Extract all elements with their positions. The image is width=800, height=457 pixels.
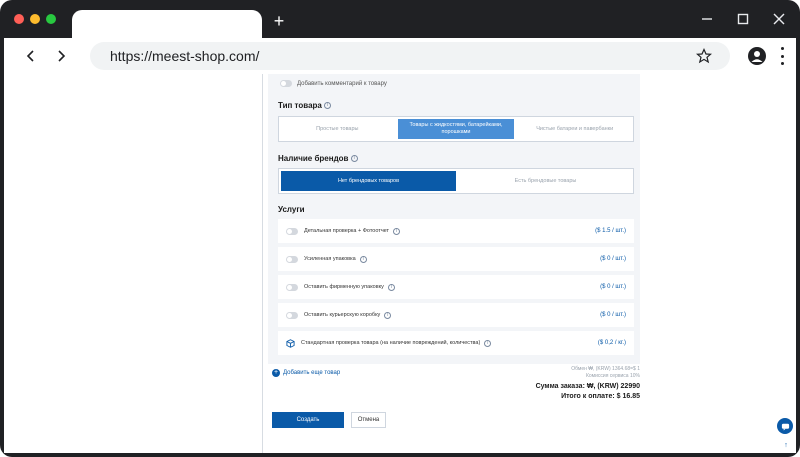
service-price: ($ 0 / шт.) — [600, 256, 626, 262]
service-label: Детальная проверка + Фотоотчет — [304, 228, 390, 234]
minimize-light-icon[interactable] — [30, 14, 40, 24]
service-toggle[interactable] — [286, 227, 298, 235]
minimize-window-icon[interactable] — [698, 10, 716, 28]
box-icon — [286, 338, 295, 348]
info-icon[interactable]: i — [393, 227, 401, 235]
chat-widget-icon[interactable] — [777, 418, 793, 434]
service-row: Стандартная проверка товара (на наличие … — [278, 331, 634, 355]
service-label: Стандартная проверка товара (на наличие … — [301, 340, 481, 346]
service-toggle[interactable] — [286, 311, 298, 319]
service-label: Оставить курьерскую коробку — [304, 312, 381, 318]
forward-arrow-icon[interactable] — [52, 47, 70, 65]
back-arrow-icon[interactable] — [22, 47, 40, 65]
comment-toggle-row[interactable]: Добавить комментарий к товару — [280, 80, 387, 87]
service-price: ($ 0 / шт.) — [600, 312, 626, 318]
url-text[interactable]: https://meest-shop.com/ — [110, 48, 259, 64]
browser-menu-icon[interactable] — [778, 47, 786, 65]
close-light-icon[interactable] — [14, 14, 24, 24]
product-type-option-simple[interactable]: Простые товары — [279, 117, 396, 141]
commission: Комиссия сервиса 10% — [585, 373, 640, 379]
service-row: Детальная проверка + Фотоотчет i ($ 1.5 … — [278, 219, 634, 243]
bookmark-star-icon[interactable] — [695, 48, 713, 64]
window-controls-mac — [14, 14, 56, 24]
comment-toggle-label: Добавить комментарий к товару — [297, 80, 387, 87]
info-icon[interactable]: i — [350, 155, 358, 163]
service-price: ($ 0,2 / кг.) — [597, 340, 626, 346]
total-to-pay: Итого к оплате: $ 16.85 — [561, 393, 640, 400]
column-divider — [262, 74, 263, 453]
product-type-heading: Тип товара i — [278, 101, 332, 110]
product-type-option-liquids[interactable]: Товары с жидкостями, батарейками, порошк… — [397, 119, 515, 139]
zoom-light-icon[interactable] — [46, 14, 56, 24]
add-plus-icon[interactable]: + — [272, 369, 280, 377]
service-label: Усиленная упаковка — [304, 256, 356, 262]
profile-avatar-icon[interactable] — [748, 47, 766, 65]
service-row: Оставить курьерскую коробку i ($ 0 / шт.… — [278, 303, 634, 327]
add-item-label: Добавить еще товар — [283, 370, 341, 376]
info-icon[interactable]: i — [384, 311, 392, 319]
browser-window: + https://meest-shop.com/ Добавить комме… — [0, 0, 800, 457]
service-price: ($ 1.5 / шт.) — [595, 228, 626, 234]
create-button[interactable]: Создать — [272, 412, 344, 428]
active-tab[interactable] — [72, 10, 262, 40]
info-icon[interactable]: i — [484, 339, 492, 347]
close-window-icon[interactable] — [770, 10, 788, 28]
brands-title: Наличие брендов — [278, 154, 349, 163]
add-item-link[interactable]: + Добавить еще товар — [272, 369, 340, 377]
service-price: ($ 0 / шт.) — [600, 284, 626, 290]
comment-toggle[interactable] — [280, 80, 292, 87]
services-title: Услуги — [278, 205, 305, 214]
exchange-rate: Обмен ₩, (KRW) 1364.68=$ 1 — [571, 366, 640, 372]
service-row: Оставить фирменную упаковку i ($ 0 / шт.… — [278, 275, 634, 299]
info-icon[interactable]: i — [387, 283, 395, 291]
product-type-title: Тип товара — [278, 101, 322, 110]
tab-strip: + — [0, 0, 800, 40]
service-row: Усиленная упаковка i ($ 0 / шт.) — [278, 247, 634, 271]
order-sum: Сумма заказа: ₩, (KRW) 22990 — [535, 383, 640, 390]
cancel-button[interactable]: Отмена — [351, 412, 386, 428]
brands-selector: Нет брендовых товаров Есть брендовые тов… — [278, 168, 634, 194]
page-viewport: Добавить комментарий к товару Тип товара… — [4, 74, 796, 453]
brands-option-none[interactable]: Нет брендовых товаров — [281, 171, 456, 191]
product-type-option-batteries[interactable]: Чистые батареи и павербанки — [516, 117, 633, 141]
new-tab-plus-icon[interactable]: + — [270, 12, 288, 30]
service-toggle[interactable] — [286, 255, 298, 263]
maximize-window-icon[interactable] — [734, 10, 752, 28]
brands-option-present[interactable]: Есть брендовые товары — [458, 169, 633, 193]
info-icon[interactable]: i — [359, 255, 367, 263]
browser-toolbar: https://meest-shop.com/ — [4, 38, 796, 74]
brands-heading: Наличие брендов i — [278, 154, 358, 163]
info-icon[interactable]: i — [324, 102, 332, 110]
product-type-selector: Простые товары Товары с жидкостями, бата… — [278, 116, 634, 142]
service-toggle[interactable] — [286, 283, 298, 291]
scroll-top-arrow-icon[interactable]: ↑ — [781, 441, 791, 451]
address-bar[interactable]: https://meest-shop.com/ — [90, 42, 730, 70]
service-label: Оставить фирменную упаковку — [304, 284, 384, 290]
